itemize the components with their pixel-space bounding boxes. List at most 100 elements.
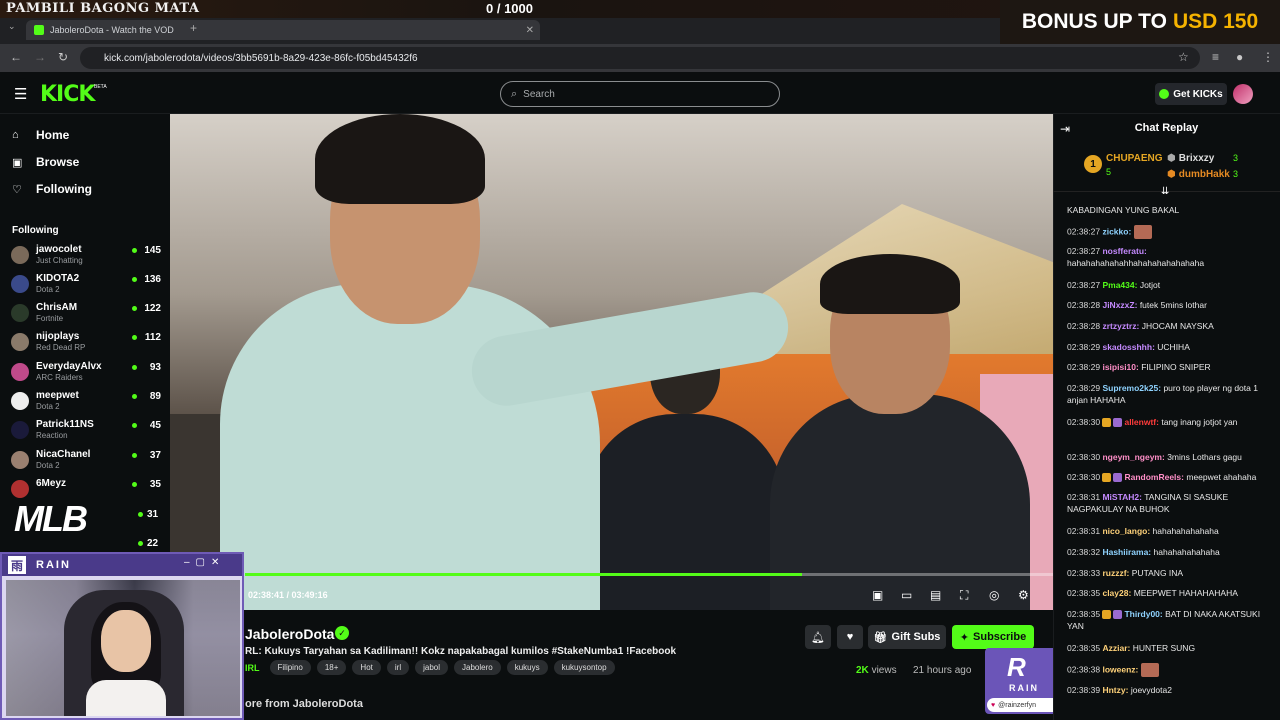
message-username[interactable]: nico_lango:	[1102, 526, 1150, 536]
leader-name[interactable]: ⬢ Brixxzy	[1167, 153, 1214, 164]
message-username[interactable]: Azziar:	[1102, 643, 1130, 653]
message-username[interactable]: zickko:	[1102, 226, 1131, 236]
message-username[interactable]: Supremo2k25:	[1102, 383, 1161, 393]
expand-leaderboard-icon[interactable]: ⇊	[1161, 186, 1169, 197]
leader-name[interactable]: ⬢ dumbHakk	[1167, 169, 1230, 180]
channel-avatar	[11, 275, 29, 293]
message-username[interactable]: isipisi10:	[1102, 362, 1138, 372]
new-tab-icon[interactable]: +	[190, 21, 197, 35]
back-icon[interactable]: ←	[10, 50, 22, 64]
channel-name: KIDOTA2	[36, 273, 80, 284]
message-text: Jotjot	[1139, 280, 1161, 290]
video-player[interactable]	[170, 114, 1053, 610]
user-avatar[interactable]	[1233, 84, 1253, 104]
playback-speed-icon[interactable]: ◎	[989, 588, 999, 602]
message-username[interactable]: ruzzzf:	[1102, 568, 1129, 578]
get-kicks-button[interactable]: Get KICKs	[1155, 83, 1227, 105]
profile-icon[interactable]: ●	[1236, 50, 1243, 64]
tag-pill[interactable]: kukuys	[506, 660, 548, 675]
tag-pill[interactable]: 18+	[316, 660, 347, 675]
tag-pill[interactable]: Hot	[352, 660, 381, 675]
clip-icon[interactable]: ▤	[930, 588, 941, 602]
kick-logo[interactable]: KICK	[40, 82, 95, 107]
message-username[interactable]: Hashiirama:	[1102, 547, 1151, 557]
channel-viewers: 89	[149, 391, 161, 402]
search-input[interactable]: ⌕ Search	[500, 81, 780, 107]
message-timestamp: 02:38:39	[1067, 685, 1101, 695]
sidebar-channel[interactable]: ChrisAM Fortnite 122	[11, 302, 161, 328]
message-username[interactable]: skadosshhh:	[1102, 342, 1154, 352]
badge-icon	[1102, 610, 1112, 620]
nav-browse[interactable]: ▣ Browse	[12, 155, 79, 169]
message-text: hahahahahahahhahahahahahahaha	[1067, 258, 1205, 268]
subscribe-button[interactable]: ✦ Subscribe	[952, 625, 1034, 649]
channel-name[interactable]: JaboleroDota	[245, 626, 334, 642]
sidebar-channel[interactable]: NicaChanel Dota 2 37	[11, 449, 161, 475]
notification-bell-button[interactable]: 🔔︎	[805, 625, 831, 649]
message-username[interactable]: allenwtf:	[1124, 417, 1158, 427]
message-username[interactable]: ngeym_ngeym:	[1102, 452, 1164, 462]
badge-icon	[1113, 418, 1123, 428]
message-username[interactable]: nosfferatu:	[1102, 246, 1146, 256]
forward-icon[interactable]: →	[34, 50, 46, 64]
mlb-logo: MLB	[14, 498, 88, 539]
timecode: 02:38:41 / 03:49:16	[248, 590, 328, 600]
media-icon[interactable]: ≡	[1212, 50, 1219, 64]
message-username[interactable]: RandomReels:	[1124, 472, 1184, 482]
chat-message: 02:38:39 Hntzy: joevydota2	[1067, 684, 1267, 696]
message-username[interactable]: Hntzy:	[1102, 685, 1128, 695]
hamburger-menu-icon[interactable]: ☰	[14, 85, 27, 103]
emote-icon	[1140, 663, 1159, 677]
message-username[interactable]: Thirdy00:	[1124, 609, 1162, 619]
browser-menu-icon[interactable]: ⋮	[1262, 50, 1274, 64]
url-text: kick.com/jabolerodota/videos/3bb5691b-8a…	[104, 52, 418, 64]
leader-name[interactable]: CHUPAENG	[1106, 153, 1162, 164]
sidebar-channel[interactable]: KIDOTA2 Dota 2 136	[11, 273, 161, 299]
sidebar-channel[interactable]: nijoplays Red Dead RP 112	[11, 331, 161, 357]
message-text: 3mins Lothars gagu	[1167, 452, 1242, 462]
follow-heart-button[interactable]: ♥	[837, 625, 863, 649]
close-tab-icon[interactable]: ✕	[526, 25, 534, 36]
tab-list-icon[interactable]: ⌄	[8, 21, 16, 32]
fullscreen-icon[interactable]: ⛶	[960, 588, 968, 603]
live-dot-icon	[132, 423, 137, 428]
nav-home[interactable]: ⌂ Home	[12, 128, 69, 142]
message-username[interactable]: JiNxzxZ:	[1102, 300, 1137, 310]
sidebar-channel[interactable]: EverydayAlvx ARC Raiders 93	[11, 361, 161, 387]
miniplayer-icon[interactable]: ▣	[872, 588, 883, 602]
settings-gear-icon[interactable]: ⚙	[1018, 588, 1029, 602]
bell-icon: 🔔︎	[811, 631, 825, 644]
tag-pill[interactable]: jabol	[415, 660, 448, 675]
message-username[interactable]: Pma434:	[1102, 280, 1137, 290]
message-username[interactable]: loweenz:	[1102, 664, 1138, 674]
nav-following[interactable]: ♡ Following	[12, 182, 92, 196]
seek-bar-progress	[245, 573, 802, 576]
tag-pill[interactable]: kukuysontop	[553, 660, 615, 675]
message-timestamp: 02:38:30	[1067, 417, 1101, 427]
channel-name: nijoplays	[36, 331, 80, 342]
message-text: HUNTER SUNG	[1132, 643, 1196, 653]
channel-viewers: 37	[149, 450, 161, 461]
channel-viewers: 112	[144, 332, 161, 343]
message-username[interactable]: MiSTAH2:	[1102, 492, 1142, 502]
message-username[interactable]: clay28:	[1102, 588, 1131, 598]
url-bar[interactable]: kick.com/jabolerodota/videos/3bb5691b-8a…	[80, 47, 1200, 69]
upload-time: 21 hours ago	[913, 665, 972, 676]
channel-name: Patrick11NS	[36, 419, 94, 430]
tag-pill[interactable]: Jabolero	[454, 660, 501, 675]
message-username[interactable]: zrtzyztrz:	[1102, 321, 1139, 331]
bookmark-star-icon[interactable]: ☆	[1178, 50, 1189, 64]
category-link[interactable]: IRL	[245, 663, 260, 673]
sidebar-channel[interactable]: Patrick11NS Reaction 45	[11, 419, 161, 445]
sidebar-channel[interactable]: jawocolet Just Chatting 145	[11, 244, 161, 270]
tag-pill[interactable]: Filipino	[269, 660, 311, 675]
chat-message: 02:38:27 nosfferatu: hahahahahahahhahaha…	[1067, 245, 1267, 269]
theater-mode-icon[interactable]: ▭	[901, 588, 912, 602]
reload-icon[interactable]: ↻	[58, 50, 68, 64]
gift-subs-button[interactable]: 🎁︎ Gift Subs	[868, 625, 946, 649]
current-time: 02:38:41	[248, 590, 285, 600]
tag-pill[interactable]: irl	[386, 660, 410, 675]
browser-tab[interactable]: JaboleroDota - Watch the VOD ✕	[26, 20, 540, 40]
sidebar-channel[interactable]: meepwet Dota 2 89	[11, 390, 161, 416]
video-frame-person	[585, 414, 785, 610]
